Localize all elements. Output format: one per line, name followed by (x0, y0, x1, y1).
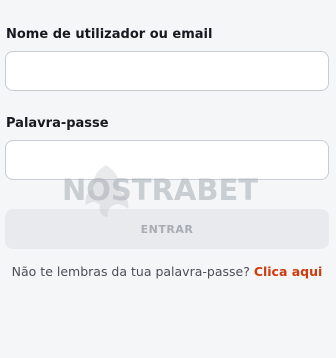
login-button[interactable]: ENTRAR (5, 209, 329, 249)
username-label: Nome de utilizador ou email (6, 27, 213, 42)
password-label: Palavra-passe (6, 116, 109, 131)
forgot-password-link[interactable]: Clica aqui (254, 264, 323, 279)
forgot-password-text: Não te lembras da tua palavra-passe? (11, 264, 254, 279)
password-input[interactable] (5, 140, 329, 180)
forgot-password-line: Não te lembras da tua palavra-passe? Cli… (5, 264, 329, 279)
username-input[interactable] (5, 51, 329, 91)
